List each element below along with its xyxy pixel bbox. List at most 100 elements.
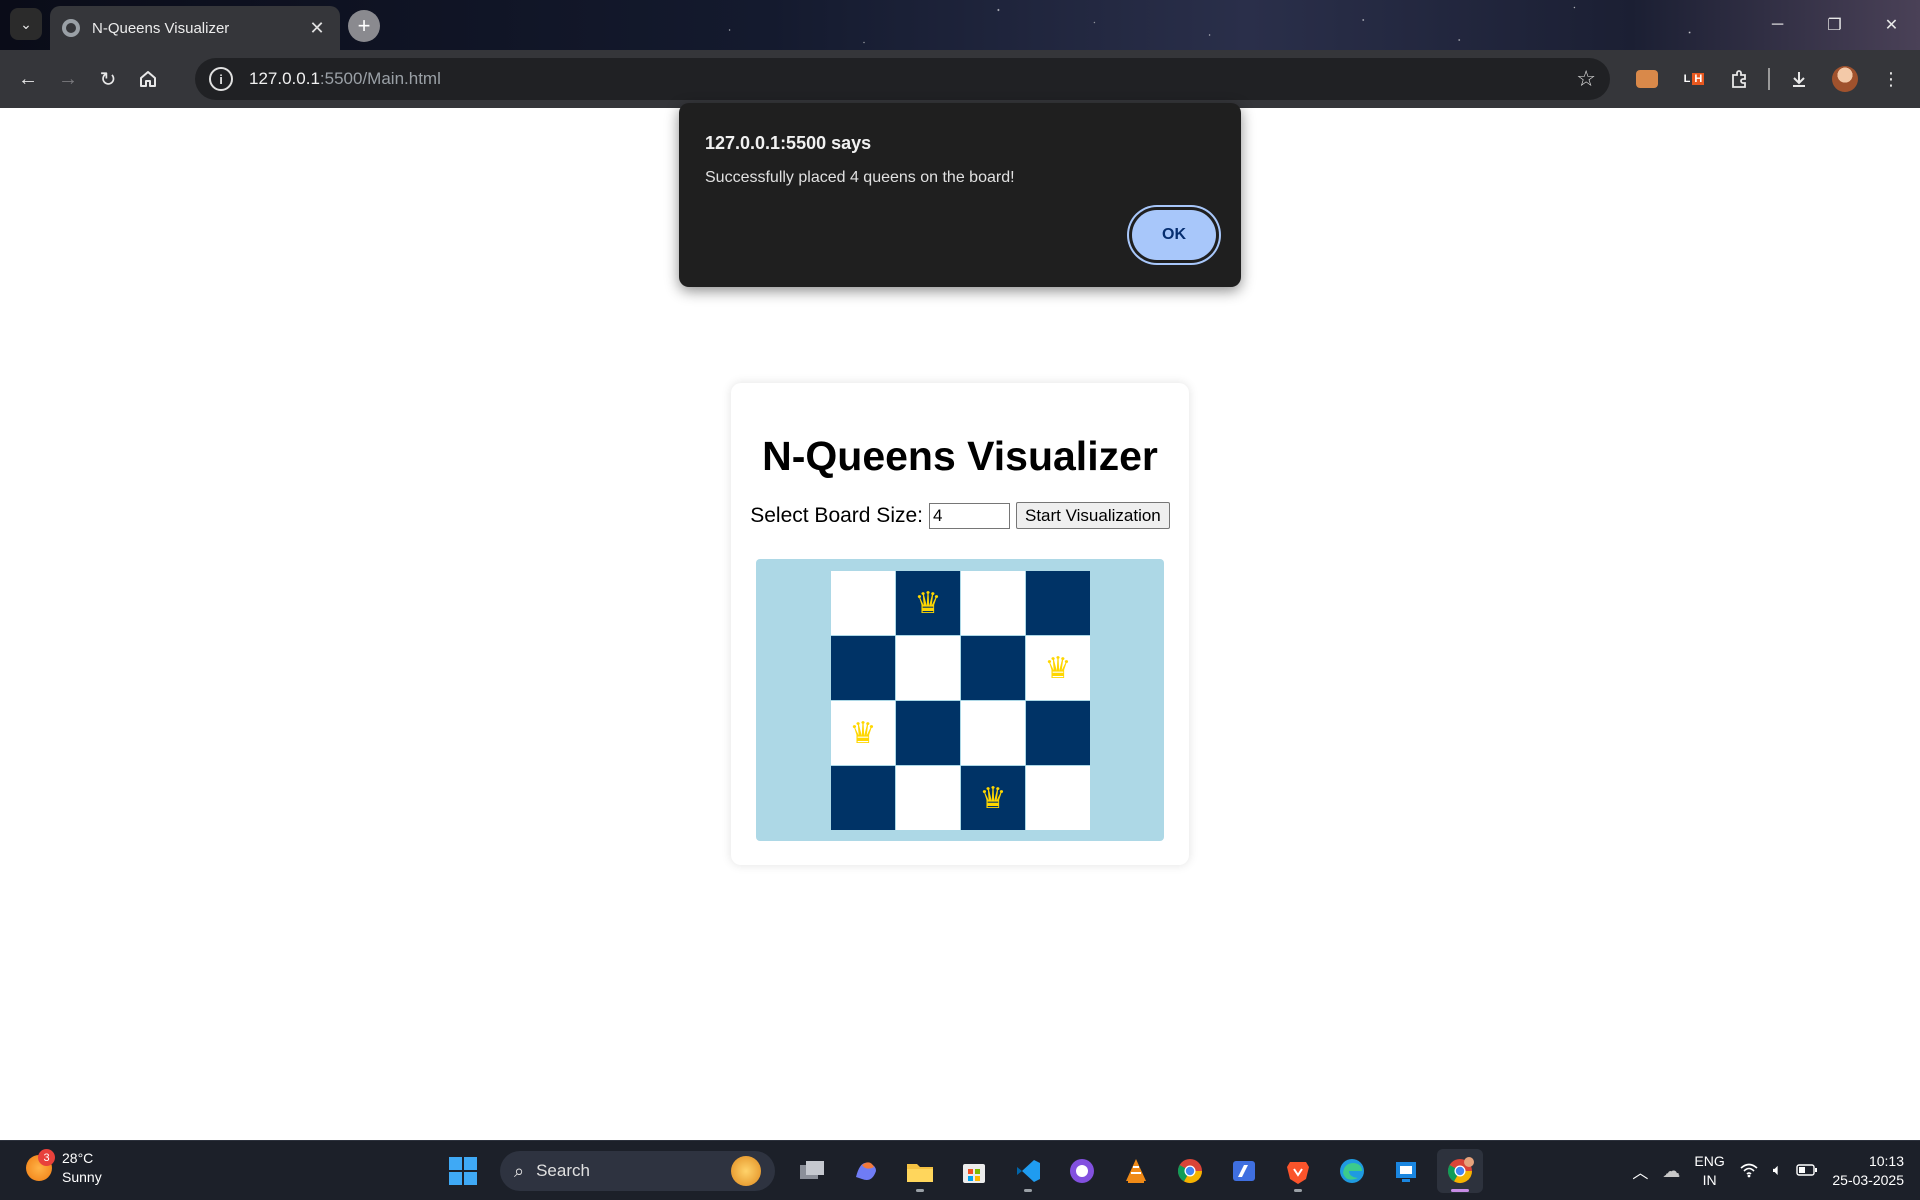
tab-search-button[interactable]: ⌄ [10, 8, 42, 40]
kebab-menu-icon[interactable]: ⋮ [1874, 62, 1908, 96]
chevron-down-icon: ⌄ [20, 15, 32, 32]
taskbar-apps: ⌕ Search [440, 1149, 1483, 1193]
clock-date: 25-03-2025 [1832, 1172, 1904, 1188]
back-button[interactable]: ← [8, 59, 48, 99]
file-explorer-icon[interactable] [897, 1149, 943, 1193]
download-icon[interactable] [1782, 62, 1816, 96]
toolbar-divider [1768, 68, 1770, 90]
minimize-icon: ─ [1771, 16, 1784, 33]
chrome-icon[interactable] [1167, 1149, 1213, 1193]
new-tab-button[interactable]: + [348, 10, 380, 42]
board-size-controls: Select Board Size: Start Visualization [731, 502, 1189, 529]
taskbar-search[interactable]: ⌕ Search [500, 1151, 775, 1191]
board-cell: ♛ [896, 571, 960, 635]
close-icon: ✕ [1884, 17, 1899, 34]
visualizer-card: N-Queens Visualizer Select Board Size: S… [731, 383, 1189, 865]
taskbar: 3 28°C Sunny ⌕ Search ︿ ☁ ENG IN 🔈︎ 10:1… [0, 1140, 1920, 1200]
home-button[interactable] [128, 59, 168, 99]
arrow-right-icon: → [58, 67, 78, 90]
board-size-input[interactable] [929, 502, 1010, 529]
extensions-puzzle-icon[interactable] [1722, 62, 1756, 96]
notification-badge: 3 [38, 1149, 55, 1166]
url-path: :5500/Main.html [319, 69, 441, 88]
notepad-icon[interactable] [1221, 1149, 1267, 1193]
close-window-button[interactable]: ✕ [1863, 0, 1920, 50]
bing-highlight-icon [731, 1156, 761, 1186]
board-cell: ♛ [1026, 636, 1090, 700]
active-tab[interactable]: N-Queens Visualizer ✕ [50, 6, 340, 50]
search-label: Search [536, 1161, 590, 1180]
clock-time: 10:13 [1868, 1153, 1904, 1169]
alert-dialog: 127.0.0.1:5500 says Successfully placed … [679, 103, 1241, 287]
profile-avatar[interactable] [1828, 62, 1862, 96]
url-host: 127.0.0.1 [249, 69, 320, 88]
board-cell: ♛ [831, 701, 895, 765]
vlc-icon[interactable] [1113, 1149, 1159, 1193]
search-icon: ⌕ [514, 1160, 525, 1181]
language-bottom: IN [1702, 1172, 1717, 1188]
board-cell [896, 636, 960, 700]
reload-icon: ↻ [99, 68, 117, 91]
board-cell [896, 766, 960, 830]
dialog-message: Successfully placed 4 queens on the boar… [705, 169, 1015, 186]
queen-icon: ♛ [849, 716, 877, 750]
forward-button[interactable]: → [48, 59, 88, 99]
temperature: 28°C [62, 1150, 94, 1166]
board-size-label: Select Board Size: [750, 503, 923, 527]
board-cell [831, 636, 895, 700]
file-manager-icon[interactable] [789, 1149, 835, 1193]
wifi-icon[interactable] [1739, 1162, 1759, 1181]
microsoft-store-icon[interactable] [951, 1149, 997, 1193]
system-tray: ︿ ☁ ENG IN 🔈︎ 10:13 25-03-2025 [1632, 1141, 1904, 1200]
start-button[interactable] [440, 1149, 486, 1193]
restore-button[interactable]: ❐ [1806, 0, 1863, 50]
edge-icon[interactable] [1329, 1149, 1375, 1193]
chess-board: ♛ ♛ ♛ ♛ [831, 571, 1090, 830]
page-title: N-Queens Visualizer [762, 433, 1158, 479]
tab-title: N-Queens Visualizer [92, 19, 230, 37]
window-controls: ─ ❐ ✕ [1749, 0, 1920, 50]
extensions-area: LH ⋮ [1630, 58, 1908, 100]
tiger-extension-icon[interactable] [1630, 62, 1664, 96]
chevron-up-icon[interactable]: ︿ [1632, 1159, 1648, 1183]
dialog-title: 127.0.0.1:5500 says [705, 133, 872, 153]
brave-icon[interactable] [1275, 1149, 1321, 1193]
board-cell [961, 701, 1025, 765]
copilot-icon[interactable] [843, 1149, 889, 1193]
cloud-offline-icon[interactable]: ☁ [1662, 1161, 1680, 1182]
vscode-icon[interactable] [1005, 1149, 1051, 1193]
clock[interactable]: 10:13 25-03-2025 [1832, 1152, 1904, 1190]
tab-close-button[interactable]: ✕ [306, 18, 328, 39]
windows-logo-icon [449, 1157, 477, 1185]
board-cell [831, 571, 895, 635]
board-cell [961, 571, 1025, 635]
minimize-button[interactable]: ─ [1749, 0, 1806, 50]
address-bar[interactable]: i 127.0.0.1:5500/Main.html ☆ [195, 58, 1610, 100]
home-icon [140, 71, 156, 87]
app-icon[interactable] [1383, 1149, 1429, 1193]
board-cell [961, 636, 1025, 700]
start-visualization-button[interactable]: Start Visualization [1016, 502, 1170, 529]
ok-button[interactable]: OK [1132, 210, 1216, 260]
github-desktop-icon[interactable] [1059, 1149, 1105, 1193]
board-cell [1026, 571, 1090, 635]
browser-toolbar: ← → ↻ i 127.0.0.1:5500/Main.html ☆ LH ⋮ [0, 50, 1920, 108]
site-info-icon[interactable]: i [209, 67, 233, 91]
weather-condition: Sunny [62, 1169, 102, 1185]
sun-icon: 3 [26, 1149, 55, 1181]
queen-icon: ♛ [1044, 651, 1072, 685]
board-cell [1026, 701, 1090, 765]
board-cell [1026, 766, 1090, 830]
reload-button[interactable]: ↻ [88, 59, 128, 99]
lh-extension-icon[interactable]: LH [1676, 62, 1710, 96]
board-container: ♛ ♛ ♛ ♛ [756, 559, 1164, 841]
restore-icon: ❐ [1827, 17, 1842, 34]
volume-icon[interactable]: 🔈︎ [1773, 1162, 1783, 1180]
bookmark-star-icon[interactable]: ☆ [1576, 66, 1596, 92]
board-cell [831, 766, 895, 830]
chrome-active-icon[interactable] [1437, 1149, 1483, 1193]
battery-icon[interactable] [1796, 1163, 1818, 1180]
language-indicator[interactable]: ENG IN [1694, 1152, 1724, 1190]
arrow-left-icon: ← [18, 67, 38, 90]
weather-widget[interactable]: 3 28°C Sunny [26, 1149, 102, 1187]
